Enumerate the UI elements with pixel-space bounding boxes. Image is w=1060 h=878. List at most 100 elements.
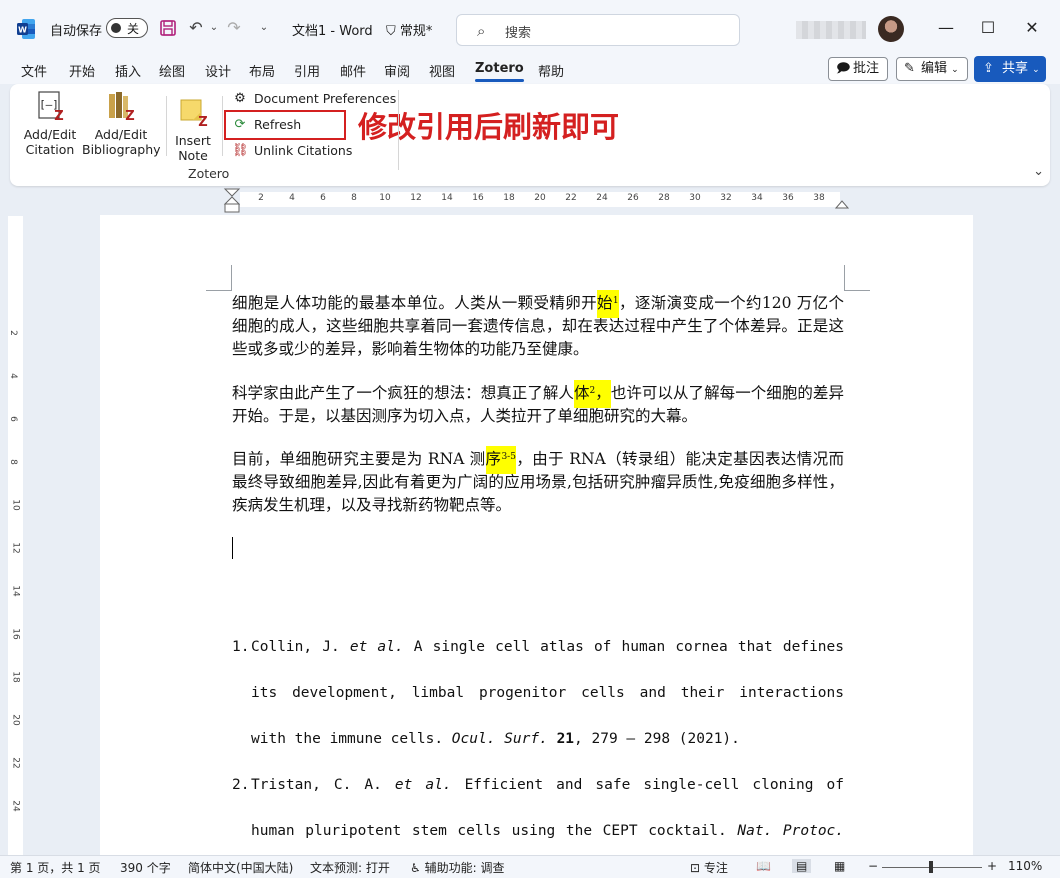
sensitivity-text: 常规*	[399, 24, 433, 39]
tab-zotero[interactable]: Zotero	[475, 61, 524, 82]
citation-highlight-1[interactable]: 始1	[597, 290, 619, 318]
p1-highlight-text: 始	[597, 294, 613, 312]
editing-label: 编辑	[921, 61, 948, 76]
account-name-blurred[interactable]	[796, 21, 866, 39]
add-edit-citation-label-1: Add/Edit	[23, 127, 77, 142]
ruler-tick-label: 18	[10, 671, 21, 683]
svg-text:Z: Z	[54, 109, 63, 122]
p3-text-a: 目前，单细胞研究主要是为 RNA 测	[232, 450, 486, 468]
ruler-tick-label: 16	[472, 193, 484, 203]
zoom-out-icon[interactable]: −	[868, 859, 878, 873]
ref-pages: , 279 – 298 (2021).	[574, 731, 740, 747]
search-box[interactable]: ⌕ 搜索	[456, 14, 740, 46]
tab-help[interactable]: 帮助	[538, 61, 564, 80]
margin-corner	[844, 265, 870, 291]
status-bar: 第 1 页，共 1 页 390 个字 简体中文(中国大陆) 文本预测: 打开 ♿…	[0, 855, 1060, 878]
autosave-toggle[interactable]: 关	[106, 18, 148, 38]
autosave-state: 关	[127, 22, 140, 36]
zoom-in-icon[interactable]: +	[987, 859, 997, 873]
title-bar: W 自动保存 关 ↶ ⌄ ↷ ⌄ 文档1 - Word ⛉ 常规* ⌕ 搜索 —…	[0, 0, 1060, 56]
close-button[interactable]: ✕	[1018, 16, 1046, 40]
pencil-icon: ✎	[904, 61, 915, 76]
focus-icon: ⊡	[690, 861, 701, 875]
ruler-tick-label: 34	[751, 193, 763, 203]
ruler-tick-label: 38	[813, 193, 825, 203]
paragraph-1[interactable]: 细胞是人体功能的最基本单位。人类从一颗受精卵开始1，逐渐演变成一个约120 万亿…	[232, 290, 844, 361]
document-preferences-button[interactable]: ⚙ Document Preferences	[232, 89, 396, 109]
indent-marker-icon[interactable]	[222, 188, 242, 214]
page-count[interactable]: 第 1 页，共 1 页	[10, 859, 101, 876]
ruler-tick-label: 22	[565, 193, 577, 203]
menu-bar: 文件 开始 插入 绘图 设计 布局 引用 邮件 审阅 视图 Zotero 帮助 …	[0, 56, 1060, 84]
vertical-ruler[interactable]: 2 4 6 8 10 12 14 16 18 20 22 24	[8, 216, 23, 856]
share-button[interactable]: ⇪ 共享 ⌄	[974, 56, 1046, 82]
paragraph-2[interactable]: 科学家由此产生了一个疯狂的想法：想真正了解人体2，也许可以从了解每一个细胞的差异…	[232, 380, 844, 428]
print-layout-icon[interactable]: ▤	[792, 859, 812, 873]
tab-review[interactable]: 审阅	[384, 61, 410, 80]
save-icon[interactable]	[158, 18, 178, 38]
ruler-tick-label: 12	[10, 542, 21, 554]
language[interactable]: 简体中文(中国大陆)	[188, 859, 293, 876]
tab-home[interactable]: 开始	[69, 61, 95, 80]
svg-text:W: W	[18, 26, 27, 35]
ribbon-separator	[398, 90, 399, 170]
document-title: 文档1 - Word	[292, 24, 373, 39]
sensitivity-label[interactable]: ⛉ 常规*	[386, 20, 432, 39]
read-mode-icon[interactable]: 📖	[756, 859, 771, 873]
citation-highlight-2[interactable]: 体2，	[573, 380, 611, 408]
tab-view[interactable]: 视图	[429, 61, 455, 80]
add-edit-bibliography-button[interactable]: Z Add/Edit Bibliography	[82, 90, 161, 157]
tab-insert[interactable]: 插入	[115, 61, 141, 80]
ruler-tick-label: 2	[258, 193, 264, 203]
ruler-tick-label: 24	[10, 800, 21, 812]
customize-toolbar-icon[interactable]: ⌄	[254, 18, 274, 38]
toggle-knob	[111, 23, 121, 33]
citation-highlight-3[interactable]: 序3-5	[485, 446, 516, 474]
ref-etal: et al.	[349, 639, 404, 655]
ref-authors: Collin, J.	[251, 639, 350, 655]
document-page[interactable]: 细胞是人体功能的最基本单位。人类从一颗受精卵开始1，逐渐演变成一个约120 万亿…	[100, 215, 973, 878]
tab-file[interactable]: 文件	[21, 61, 47, 80]
minimize-button[interactable]: —	[932, 16, 960, 40]
comments-button[interactable]: 🗩 批注	[828, 57, 888, 81]
ref-number: 2.	[232, 777, 250, 793]
text-prediction[interactable]: 文本预测: 打开	[310, 859, 390, 876]
ruler-tick-label: 8	[351, 193, 357, 203]
right-indent-marker-icon[interactable]	[834, 198, 850, 210]
shield-icon: ⛉	[386, 24, 396, 39]
tab-design[interactable]: 设计	[205, 61, 231, 80]
insert-note-label-2: Note	[178, 148, 208, 163]
insert-note-button[interactable]: Z Insert Note	[172, 96, 214, 163]
horizontal-ruler[interactable]: 2 4 6 8 10 12 14 16 18 20 22 24 26 28 30 32 34 36 38	[240, 192, 840, 207]
bibliography-entry-1[interactable]: 1. Collin, J. et al. A single cell atlas…	[232, 624, 844, 762]
undo-dropdown-icon[interactable]: ⌄	[204, 18, 224, 38]
undo-icon[interactable]: ↶	[186, 18, 206, 38]
tab-mailings[interactable]: 邮件	[340, 61, 366, 80]
tab-references[interactable]: 引用	[294, 61, 320, 80]
unlink-citations-button[interactable]: ⛓ Unlink Citations	[232, 141, 352, 161]
word-count[interactable]: 390 个字	[120, 859, 171, 876]
web-layout-icon[interactable]: ▦	[834, 859, 845, 873]
bibliography-icon: Z	[109, 92, 135, 124]
accessibility[interactable]: ♿ 辅助功能: 调查	[410, 859, 504, 876]
tab-draw[interactable]: 绘图	[159, 61, 185, 80]
avatar[interactable]	[878, 16, 904, 42]
editing-button[interactable]: ✎ 编辑 ⌄	[896, 57, 968, 81]
maximize-button[interactable]: ☐	[974, 16, 1002, 40]
zoom-level[interactable]: 110%	[1008, 859, 1042, 873]
ref-journal: Nat. Protoc.	[737, 823, 845, 839]
collapse-ribbon-icon[interactable]: ⌄	[1033, 164, 1044, 179]
focus-mode[interactable]: ⊡ 专注	[690, 859, 728, 876]
comments-label: 批注	[853, 61, 880, 76]
p3-highlight-text: 序	[485, 450, 502, 468]
paragraph-3[interactable]: 目前，单细胞研究主要是为 RNA 测序3-5，由于 RNA（转录组）能决定基因表…	[232, 446, 844, 517]
ruler-tick-label: 30	[689, 193, 701, 203]
tab-layout[interactable]: 布局	[249, 61, 275, 80]
add-edit-citation-button[interactable]: [–] Z Add/Edit Citation	[22, 90, 78, 157]
ref-etal: et al.	[394, 777, 452, 793]
ruler-tick-label: 6	[7, 416, 18, 422]
zoom-slider-thumb[interactable]	[929, 861, 933, 873]
ruler-tick-label: 22	[10, 757, 21, 769]
search-icon: ⌕	[477, 22, 486, 40]
redo-icon[interactable]: ↷	[224, 18, 244, 38]
